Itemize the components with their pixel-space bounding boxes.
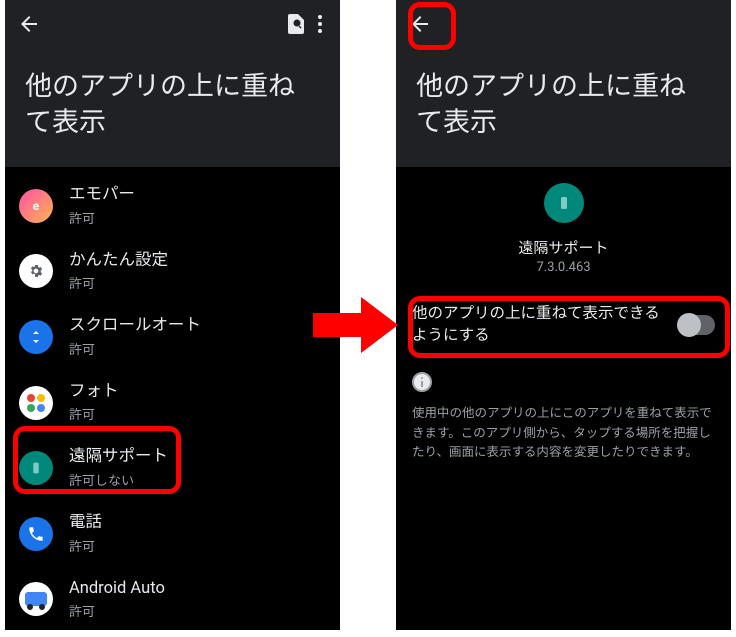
overlay-permission-toggle-row[interactable]: 他のアプリの上に重ねて表示できるようにする <box>396 289 731 360</box>
info-icon <box>410 370 434 394</box>
app-list-item-remote-support[interactable]: 遠隔サポート許可しない <box>5 435 340 501</box>
flow-arrow-icon <box>313 295 398 355</box>
detail-app-name: 遠隔サポート <box>518 237 608 258</box>
app-icon <box>19 254 53 288</box>
app-list: e エモパー許可 かんたん設定許可 スクロールオート許可 フォト許可 遠隔サポー… <box>5 167 340 630</box>
app-icon <box>544 183 584 223</box>
app-detail-header: 遠隔サポート 7.3.0.463 <box>396 167 731 289</box>
app-icon <box>19 517 53 551</box>
app-name: 電話 <box>69 513 102 534</box>
app-icon: e <box>19 189 53 223</box>
app-name: Android Auto <box>69 579 165 600</box>
app-list-item-kantan[interactable]: かんたん設定許可 <box>5 239 340 305</box>
app-list-item-photos[interactable]: フォト許可 <box>5 370 340 436</box>
app-icon <box>19 451 53 485</box>
app-name: エモパー <box>69 185 135 206</box>
top-app-bar <box>396 0 731 48</box>
app-name: スクロールオート <box>69 316 201 337</box>
app-list-item-phone[interactable]: 電話許可 <box>5 501 340 567</box>
app-status: 許可 <box>69 208 135 227</box>
page-title: 他のアプリの上に重ねて表示 <box>5 48 340 167</box>
screen-overlay-app-detail: 他のアプリの上に重ねて表示 遠隔サポート 7.3.0.463 他のアプリの上に重… <box>396 0 731 630</box>
detail-app-version: 7.3.0.463 <box>536 260 590 275</box>
back-icon[interactable] <box>408 12 432 36</box>
app-status: 許可しない <box>69 470 168 489</box>
app-icon <box>19 386 53 420</box>
search-in-page-icon[interactable] <box>284 12 308 36</box>
permission-description: 使用中の他のアプリの上にこのアプリを重ねて表示できます。このアプリ側から、タップ… <box>396 398 731 462</box>
back-icon[interactable] <box>17 12 41 36</box>
app-name: 遠隔サポート <box>69 447 168 468</box>
toggle-switch[interactable] <box>679 315 715 335</box>
screen-overlay-app-list: 他のアプリの上に重ねて表示 e エモパー許可 かんたん設定許可 スクロールオート… <box>5 0 340 630</box>
app-icon <box>19 582 53 616</box>
app-list-item-android-auto[interactable]: Android Auto許可 <box>5 567 340 630</box>
app-status: 許可 <box>69 404 119 423</box>
app-status: 許可 <box>69 601 165 620</box>
app-name: かんたん設定 <box>69 251 168 272</box>
top-app-bar <box>5 0 340 48</box>
app-status: 許可 <box>69 273 168 292</box>
app-list-item-emopar[interactable]: e エモパー許可 <box>5 173 340 239</box>
app-icon <box>19 320 53 354</box>
info-icon-row <box>396 360 731 398</box>
app-list-item-scrollauto[interactable]: スクロールオート許可 <box>5 304 340 370</box>
app-name: フォト <box>69 382 119 403</box>
toggle-label: 他のアプリの上に重ねて表示できるようにする <box>412 303 667 346</box>
page-title: 他のアプリの上に重ねて表示 <box>396 48 731 167</box>
more-vert-icon[interactable] <box>308 12 332 36</box>
app-status: 許可 <box>69 339 201 358</box>
app-status: 許可 <box>69 536 102 555</box>
